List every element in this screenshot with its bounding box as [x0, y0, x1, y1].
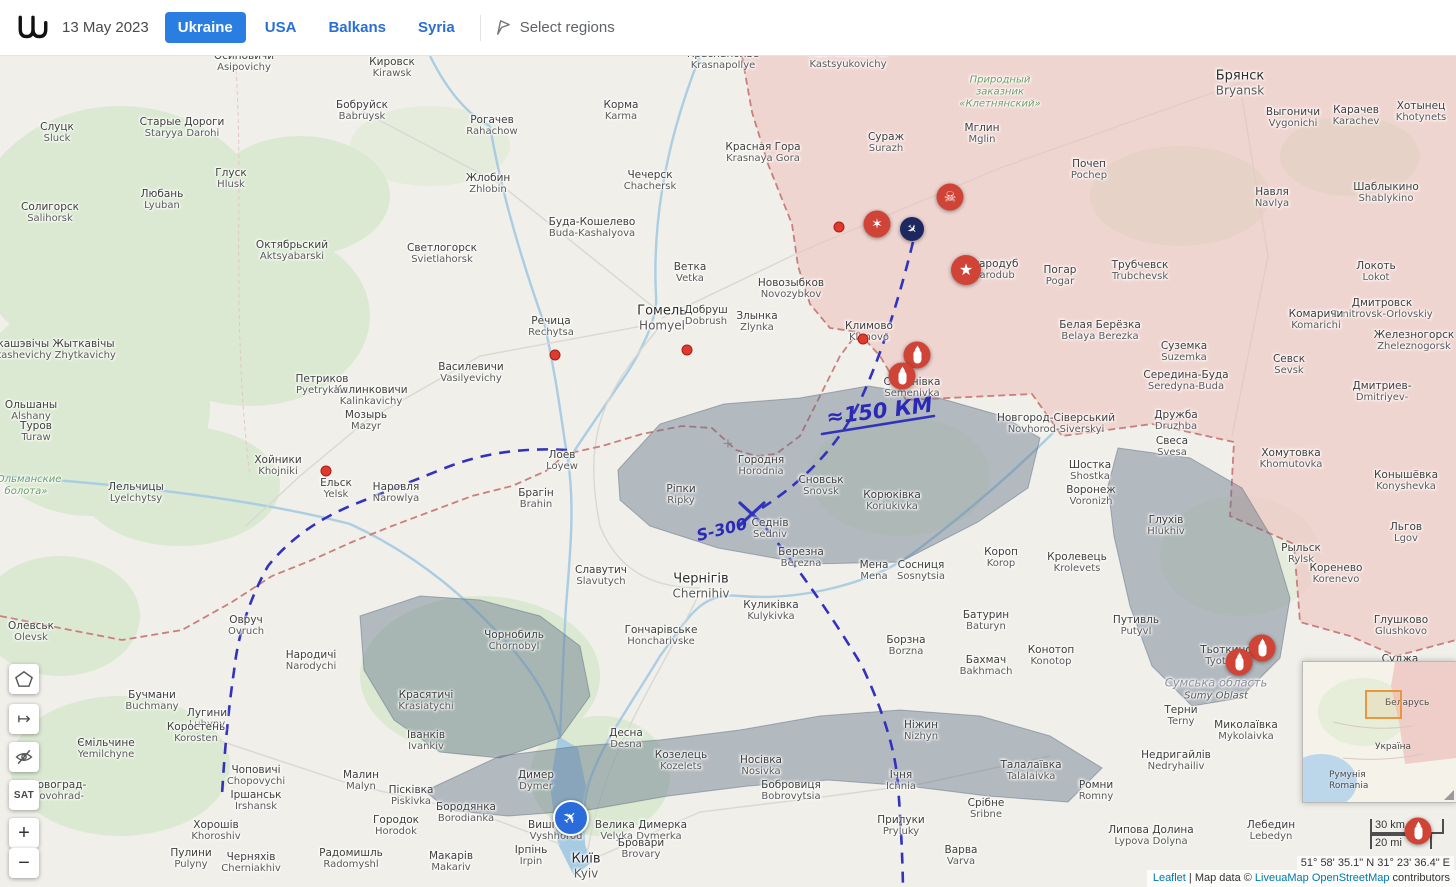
minimap-label: Romania	[1329, 781, 1369, 791]
skull-marker[interactable]: ☠	[936, 183, 964, 211]
event-dot-marker[interactable]	[320, 465, 332, 477]
polygon-tool-button[interactable]	[9, 664, 39, 694]
osm-link[interactable]: OpenStreetMap	[1312, 872, 1390, 884]
attribution: Leaflet | Map data © LiveuaMap OpenStree…	[1146, 870, 1456, 887]
attribution-text: | Map data ©	[1185, 872, 1255, 884]
bomb-icon	[913, 345, 921, 363]
coordinates-display: 51° 58' 35.1" N 31° 23' 36.4" E	[1296, 856, 1454, 870]
plane-marker[interactable]: ✈	[553, 800, 589, 836]
skull-icon: ☠	[943, 189, 957, 205]
event-dot-marker[interactable]	[681, 344, 693, 356]
tab-balkans[interactable]: Balkans	[315, 12, 399, 43]
top-bar: 13 May 2023 Ukraine USA Balkans Syria Selec…	[0, 0, 1456, 56]
minimap-label: Україна	[1375, 742, 1412, 752]
topbar-divider	[479, 14, 481, 41]
region-tabs: Ukraine USA Balkans Syria	[164, 12, 468, 43]
bomb-icon	[1414, 821, 1422, 839]
bomb-marker[interactable]	[1225, 648, 1253, 676]
liveuamap-logo[interactable]	[16, 13, 50, 43]
select-regions-flag-icon	[496, 20, 510, 35]
tab-syria[interactable]: Syria	[405, 12, 468, 43]
star-icon: ★	[958, 260, 974, 279]
liveuamap-link[interactable]: LiveuaMap	[1255, 872, 1309, 884]
minimap-toggle[interactable]	[1444, 790, 1454, 800]
drone-icon: ✈	[903, 220, 921, 238]
measure-icon: ↦	[17, 711, 31, 728]
star-marker[interactable]: ★	[951, 255, 981, 285]
minimap-label: Румунія	[1329, 770, 1366, 780]
bomb-marker[interactable]	[1248, 634, 1276, 662]
hide-layers-button[interactable]	[9, 742, 39, 772]
polygon-icon	[15, 670, 33, 687]
leaflet-link[interactable]: Leaflet	[1153, 872, 1186, 884]
bomb-marker[interactable]	[888, 362, 916, 390]
event-dot-marker[interactable]	[833, 221, 845, 233]
zoom-out-button[interactable]: −	[9, 848, 39, 878]
tab-ukraine[interactable]: Ukraine	[164, 12, 246, 43]
overview-minimap[interactable]: Беларусь Україна Румунія Romania	[1285, 661, 1456, 810]
explosion-icon: ✶	[871, 216, 883, 232]
satellite-toggle-button[interactable]: SAT	[9, 780, 39, 810]
select-regions-label: Select regions	[519, 19, 615, 36]
bomb-icon	[1235, 652, 1243, 670]
bomb-icon	[898, 366, 906, 384]
event-dot-marker[interactable]	[857, 333, 869, 345]
attribution-suffix: contributors	[1389, 872, 1450, 884]
date-display: 13 May 2023	[62, 19, 149, 36]
plane-icon: ✈	[558, 805, 583, 830]
map-center-crosshair: +	[723, 434, 733, 453]
eye-off-icon	[15, 749, 33, 765]
minimap-viewport-rect[interactable]	[1365, 690, 1402, 719]
select-regions-button[interactable]: Select regions	[493, 18, 615, 37]
zoom-in-button[interactable]: +	[9, 818, 39, 848]
bomb-marker[interactable]	[1404, 817, 1432, 845]
explosion-marker[interactable]: ✶	[863, 210, 891, 238]
event-dot-marker[interactable]	[549, 349, 561, 361]
map-container[interactable]: ОсиповичиAsipovichyКировскKirawskКраснап…	[0, 56, 1456, 887]
bomb-icon	[1258, 638, 1266, 656]
drone-marker[interactable]: ✈	[900, 217, 924, 241]
map-base	[0, 56, 1456, 887]
tab-usa[interactable]: USA	[252, 12, 310, 43]
minimap-graphic	[1285, 662, 1456, 810]
measure-tool-button[interactable]: ↦	[9, 704, 39, 734]
